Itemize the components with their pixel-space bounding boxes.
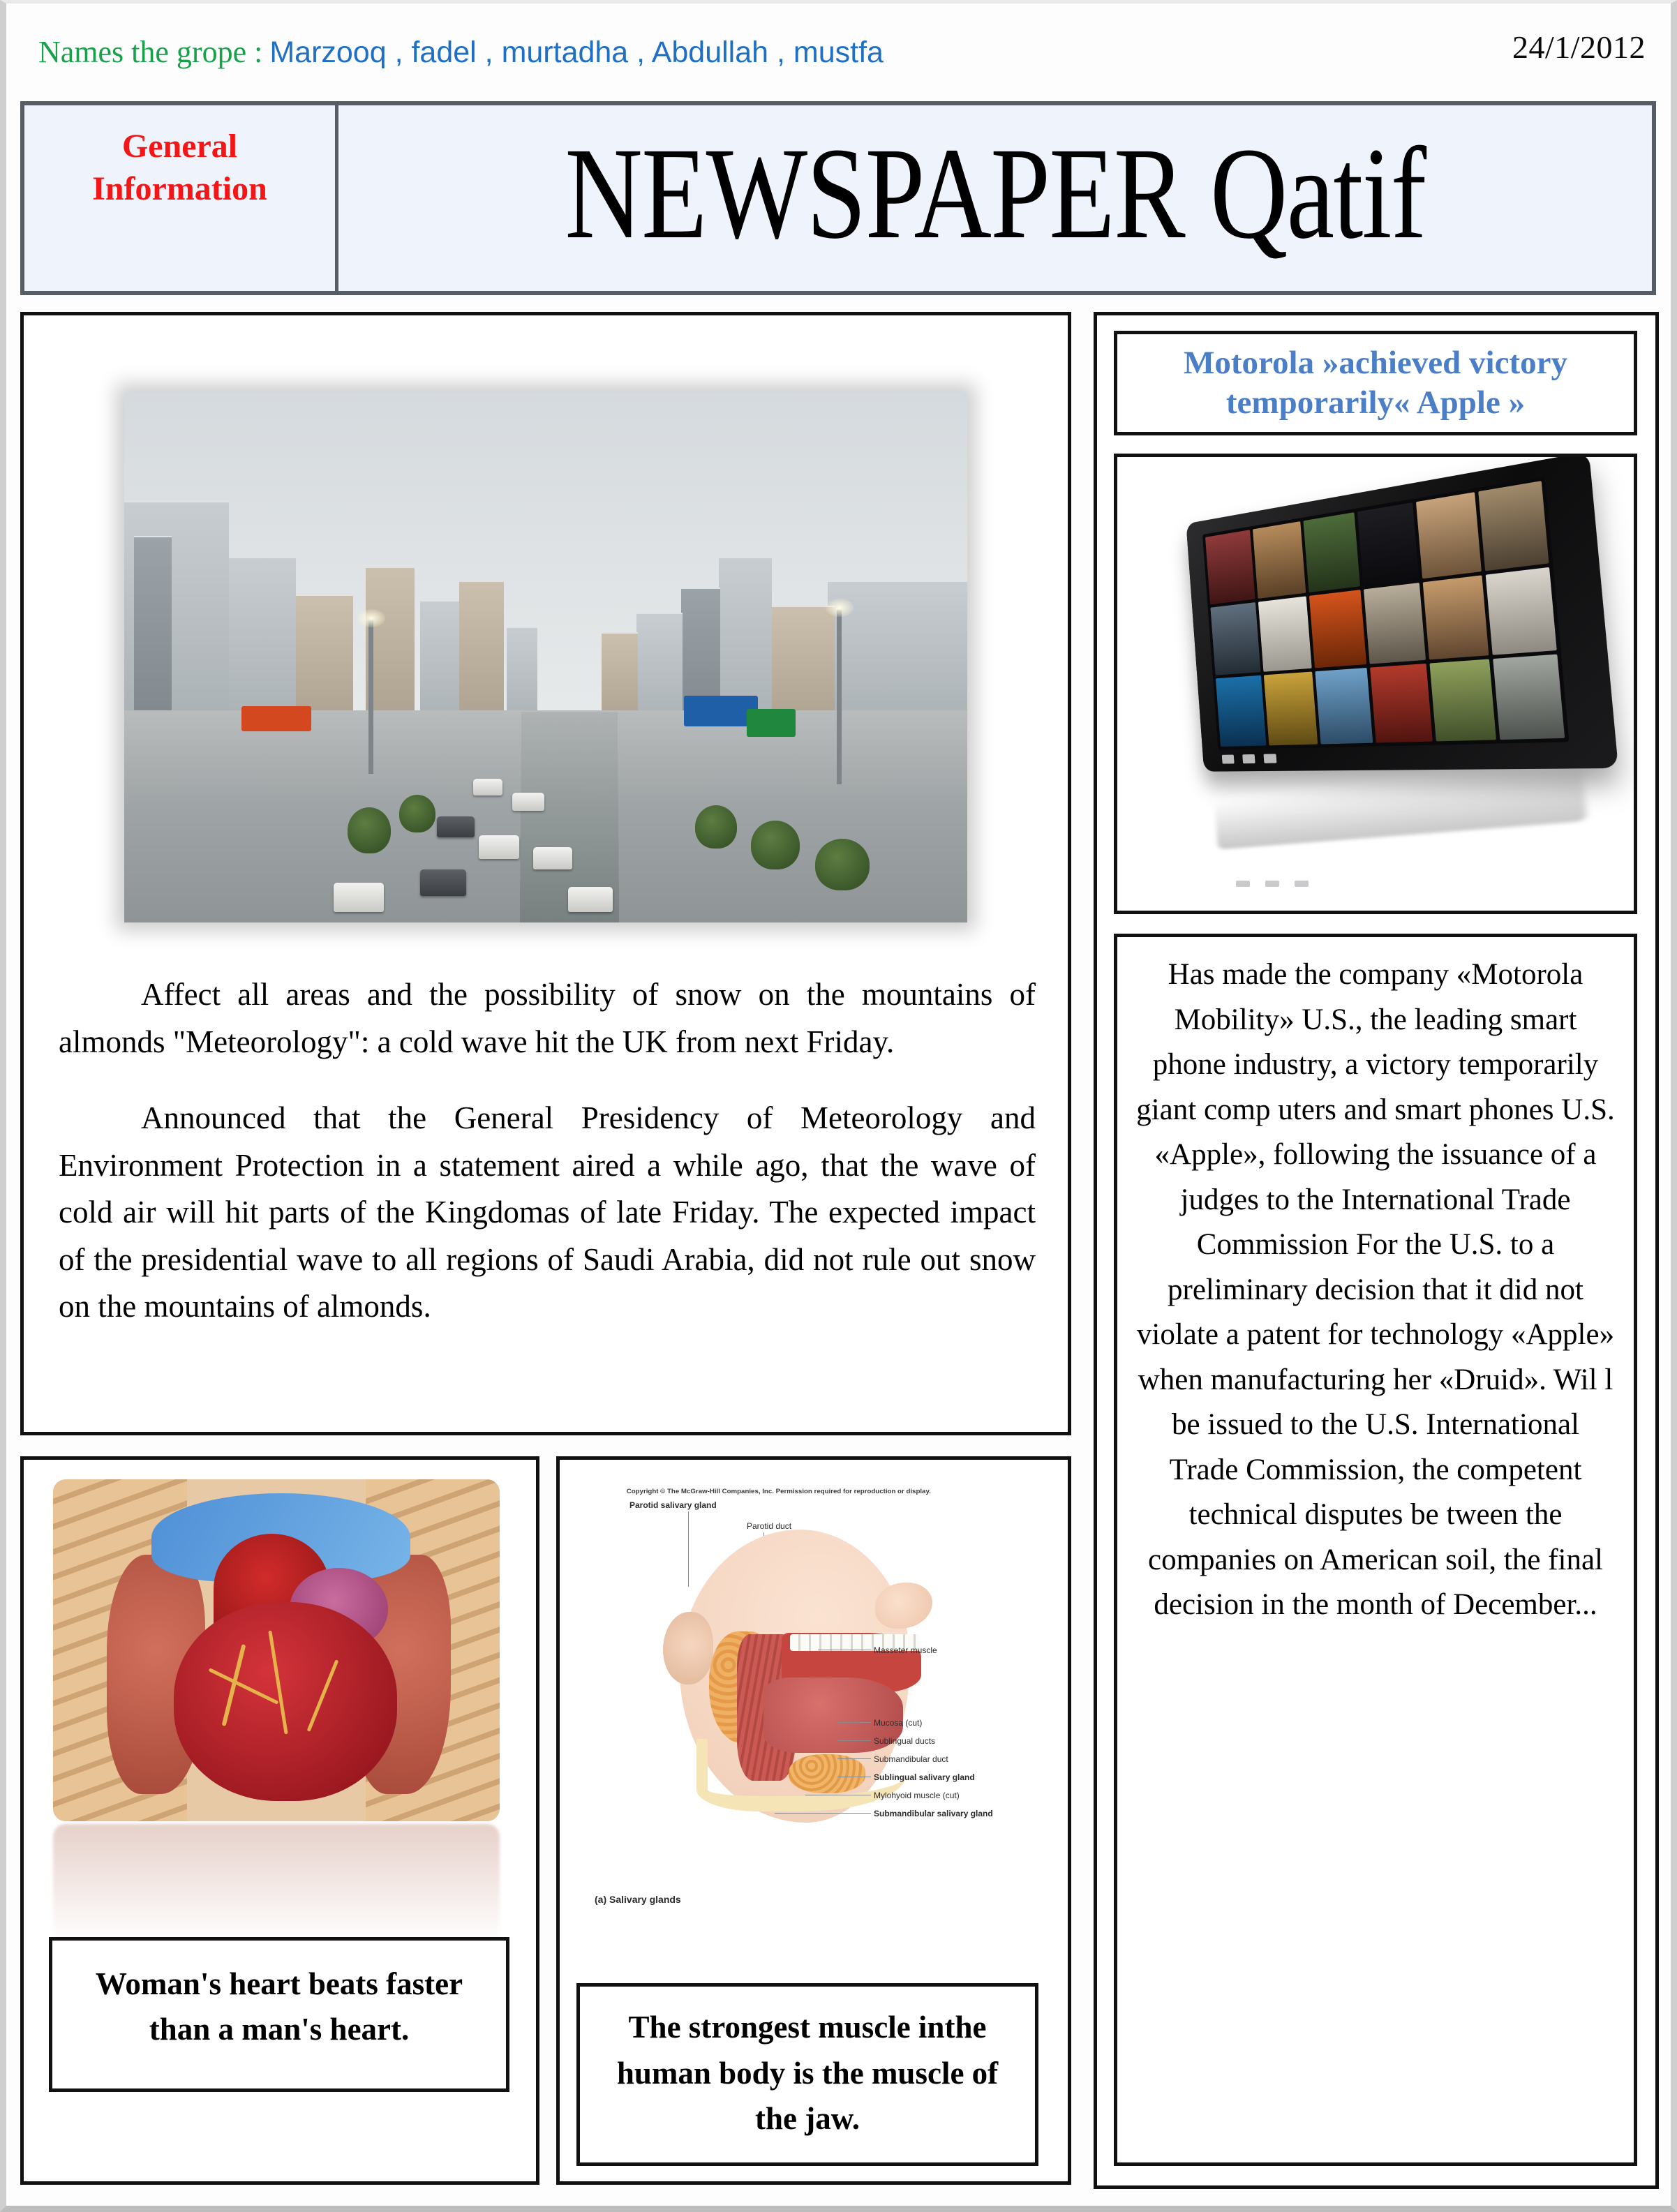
roadside-tree: [348, 807, 391, 854]
label-submandibular-duct: Submandibular duct: [874, 1754, 948, 1764]
screen-thumbnail: [1422, 575, 1489, 660]
street-sign: [747, 709, 796, 737]
roadside-tree: [815, 839, 870, 891]
motorola-article-box: Has made the company «Motorola Mobility»…: [1114, 934, 1637, 2166]
car: [334, 882, 384, 912]
screen-thumbnail: [1210, 602, 1261, 675]
content-grid: Affect all areas and the possibility of …: [20, 312, 1659, 2189]
heart-caption: Woman's heart beats faster than a man's …: [49, 1936, 509, 2092]
car: [512, 793, 544, 812]
label-masseter-muscle: Masseter muscle: [874, 1645, 937, 1655]
street-sign: [241, 706, 311, 732]
jaw-caption: The strongest muscle inthe human body is…: [576, 1983, 1038, 2166]
newspaper-page: Names the grope : Marzooq , fadel , murta…: [0, 0, 1677, 2212]
roadside-tree: [695, 805, 737, 849]
screen-thumbnail: [1429, 659, 1496, 742]
screen-thumbnail: [1357, 502, 1419, 586]
screen-thumbnail: [1215, 675, 1267, 747]
leader-line: [775, 1813, 871, 1814]
heart-panel: Woman's heart beats faster than a man's …: [20, 1456, 539, 2185]
screen-thumbnail: [1303, 512, 1361, 593]
screen-thumbnail: [1370, 663, 1433, 743]
screen-thumbnail: [1415, 492, 1482, 579]
roadside-tree: [751, 821, 800, 869]
issue-date: 24/1/2012: [1512, 29, 1646, 65]
leader-line: [837, 1740, 871, 1741]
lead-article-text: Affect all areas and the possibility of …: [59, 971, 1036, 1331]
car: [420, 869, 466, 896]
general-information-line-1: General: [121, 128, 238, 165]
label-parotid-salivary-gland: Parotid salivary gland: [629, 1500, 717, 1510]
heart-anatomy-image: [53, 1479, 500, 1821]
motorola-headline-box: Motorola »achieved victory temporarily« …: [1114, 331, 1637, 435]
lead-paragraph-1: Affect all areas and the possibility of …: [59, 977, 1036, 1059]
reflection-dot: [1236, 881, 1250, 887]
building: [134, 536, 172, 732]
page-title: NEWSPAPER Qatif: [565, 119, 1426, 266]
motorola-article-text: Has made the company «Motorola Mobility»…: [1136, 958, 1615, 1621]
salivary-gland-diagram: Copyright © The McGraw-Hill Companies, I…: [575, 1475, 1022, 1936]
screen-thumbnail: [1493, 654, 1565, 740]
heart-image-reflection: [53, 1824, 500, 1943]
screen-thumbnail: [1315, 667, 1373, 745]
car: [479, 835, 519, 859]
ear: [663, 1612, 713, 1684]
general-information-cell: General Information: [24, 105, 338, 291]
screen-thumbnail: [1258, 596, 1312, 672]
building: [459, 581, 504, 732]
tablet-reflection: [1214, 761, 1587, 850]
car: [473, 778, 502, 795]
roadside-tree: [399, 794, 435, 832]
tablet-screen: [1202, 476, 1570, 750]
lead-article-box: Affect all areas and the possibility of …: [20, 312, 1071, 1435]
lead-paragraph-2: Announced that the General Presidency of…: [59, 1100, 1036, 1324]
label-sublingual-salivary-gland: Sublingual salivary gland: [874, 1772, 975, 1782]
street-lamp: [357, 609, 385, 775]
group-names-line: Names the grope : Marzooq , fadel , murta…: [38, 37, 884, 68]
back-icon: [1221, 754, 1235, 764]
screen-thumbnail: [1253, 521, 1306, 599]
label-sublingual-ducts: Sublingual ducts: [874, 1736, 936, 1746]
label-mylohyoid-muscle-cut: Mylohyoid muscle (cut): [874, 1791, 960, 1800]
heart-muscle: [173, 1602, 397, 1801]
car: [533, 847, 572, 869]
left-column: Affect all areas and the possibility of …: [20, 312, 1081, 2189]
leader-line: [837, 1758, 871, 1759]
car: [437, 816, 475, 838]
figure-caption: (a) Salivary glands: [595, 1894, 681, 1905]
screen-thumbnail: [1485, 567, 1557, 655]
tablet-navigation-bar: [1221, 754, 1277, 764]
label-mucosa-cut: Mucosa (cut): [874, 1718, 923, 1728]
leader-line: [837, 1722, 871, 1723]
title-bar: General Information NEWSPAPER Qatif: [20, 101, 1656, 295]
building: [229, 557, 296, 732]
screen-thumbnail: [1309, 590, 1367, 668]
reflection-dot: [1295, 881, 1309, 887]
nose: [875, 1583, 932, 1629]
jaw-panel: Copyright © The McGraw-Hill Companies, I…: [556, 1456, 1071, 2185]
screen-thumbnail: [1478, 481, 1549, 571]
group-names-label: Names the grope :: [38, 35, 263, 69]
city-street-photo: [124, 392, 967, 922]
right-column: Motorola »achieved victory temporarily« …: [1094, 312, 1659, 2189]
masthead-strip: Names the grope : Marzooq , fadel , murta…: [6, 3, 1671, 86]
screen-thumbnail: [1263, 671, 1318, 746]
screen-thumbnail: [1205, 530, 1255, 605]
motorola-tablet-device: [1186, 457, 1619, 772]
reflection-dot: [1265, 881, 1279, 887]
tablet-image-box: [1114, 454, 1637, 914]
car: [568, 886, 613, 912]
city-photo-frame: [110, 380, 981, 931]
street-lamp: [826, 599, 854, 785]
general-information-line-2: Information: [92, 170, 267, 208]
screen-thumbnail: [1364, 583, 1426, 664]
recent-apps-icon: [1263, 754, 1277, 763]
group-names-values: Marzooq , fadel , murtadha , Abdullah , …: [269, 36, 884, 69]
motorola-headline-text: Motorola »achieved victory temporarily« …: [1184, 344, 1567, 421]
home-icon: [1242, 754, 1255, 764]
diagram-copyright-notice: Copyright © The McGraw-Hill Companies, I…: [626, 1488, 931, 1495]
label-submandibular-salivary-gland: Submandibular salivary gland: [874, 1809, 993, 1818]
